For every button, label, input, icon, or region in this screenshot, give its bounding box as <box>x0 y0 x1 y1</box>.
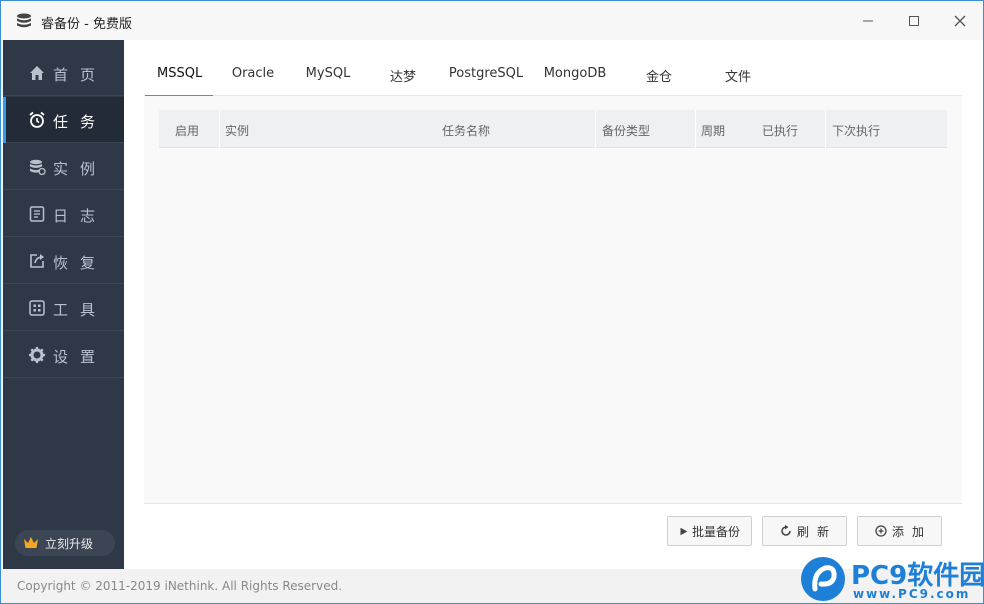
minimize-icon <box>863 20 873 22</box>
copyright-text: Copyright © 2011-2019 iNethink. All Righ… <box>17 579 343 593</box>
database-stack-icon <box>17 13 31 28</box>
sidebar-item-label: 首页 <box>53 66 108 84</box>
column-header-next-run[interactable]: 下次执行 <box>832 122 880 139</box>
divider <box>144 503 962 504</box>
tab-mssql[interactable]: MSSQL <box>145 66 213 97</box>
tab-file[interactable]: 文件 <box>723 66 753 96</box>
tab-postgresql[interactable]: PostgreSQL <box>448 66 524 96</box>
sidebar-item-instances[interactable]: 实例 <box>3 144 124 190</box>
alarm-clock-icon <box>29 111 45 128</box>
upgrade-button[interactable]: 立刻升级 <box>15 530 115 556</box>
column-divider <box>825 110 826 148</box>
database-icon <box>30 159 46 176</box>
tools-icon <box>29 300 45 316</box>
table-header: 启用 实例 任务名称 备份类型 周期 已执行 下次执行 <box>159 110 947 148</box>
column-divider <box>695 110 696 148</box>
active-indicator <box>3 97 6 143</box>
log-icon <box>29 206 45 222</box>
play-icon <box>680 527 688 535</box>
gear-icon <box>29 347 45 363</box>
tab-mongodb[interactable]: MongoDB <box>543 66 607 96</box>
sidebar: 首页 任务 实例 日志 恢复 工具 设置 立刻升级 <box>3 40 124 569</box>
sidebar-item-label: 设置 <box>53 348 108 366</box>
sidebar-item-restore[interactable]: 恢复 <box>3 238 124 284</box>
sidebar-item-label: 日志 <box>53 207 108 225</box>
database-tabs: MSSQL Oracle MySQL 达梦 PostgreSQL MongoDB… <box>144 56 962 97</box>
column-divider <box>595 110 596 148</box>
sidebar-item-home[interactable]: 首页 <box>3 50 124 96</box>
main-content: MSSQL Oracle MySQL 达梦 PostgreSQL MongoDB… <box>124 40 983 569</box>
window-title: 睿备份 - 免费版 <box>41 17 132 32</box>
refresh-label: 刷新 <box>796 524 837 539</box>
tab-mysql[interactable]: MySQL <box>304 66 352 96</box>
column-header-period[interactable]: 周期 <box>701 122 725 139</box>
task-table[interactable]: 启用 实例 任务名称 备份类型 周期 已执行 下次执行 <box>144 96 962 503</box>
title-bar[interactable]: 睿备份 - 免费版 <box>1 1 983 40</box>
refresh-icon <box>781 525 791 536</box>
tab-dameng[interactable]: 达梦 <box>388 66 418 96</box>
home-icon <box>30 66 44 80</box>
batch-backup-button[interactable]: 批量备份 <box>667 516 752 546</box>
column-header-instance[interactable]: 实例 <box>225 122 249 139</box>
sidebar-item-tools[interactable]: 工具 <box>3 285 124 331</box>
pc9-logo-icon <box>801 557 845 601</box>
close-button[interactable] <box>945 9 975 33</box>
sidebar-item-tasks[interactable]: 任务 <box>3 97 124 143</box>
watermark-url: www.PC9.com <box>853 587 971 601</box>
plus-circle-icon <box>875 525 887 537</box>
column-header-enabled[interactable]: 启用 <box>175 122 199 139</box>
close-icon <box>954 15 966 27</box>
column-header-task-name[interactable]: 任务名称 <box>442 122 490 139</box>
add-label: 添加 <box>891 524 932 539</box>
column-header-backup-type[interactable]: 备份类型 <box>602 122 650 139</box>
maximize-button[interactable] <box>899 9 929 33</box>
refresh-button[interactable]: 刷新 <box>762 516 847 546</box>
column-header-executed[interactable]: 已执行 <box>762 122 798 139</box>
maximize-icon <box>909 16 919 26</box>
upgrade-label: 立刻升级 <box>45 537 94 551</box>
sidebar-item-label: 任务 <box>53 113 108 131</box>
restore-icon <box>30 254 44 268</box>
column-divider <box>219 110 220 148</box>
tab-oracle[interactable]: Oracle <box>231 66 275 96</box>
minimize-button[interactable] <box>853 9 883 33</box>
watermark: PC9软件园 www.PC9.com <box>799 555 984 603</box>
sidebar-item-logs[interactable]: 日志 <box>3 191 124 237</box>
sidebar-item-label: 实例 <box>53 160 108 178</box>
add-button[interactable]: 添加 <box>857 516 942 546</box>
app-window: 睿备份 - 免费版 首页 任务 实例 日志 恢复 工具 设置 立刻升级 MSSQ… <box>0 0 984 604</box>
crown-icon <box>24 537 38 548</box>
sidebar-item-label: 恢复 <box>53 254 108 272</box>
batch-backup-label: 批量备份 <box>691 524 740 539</box>
sidebar-item-label: 工具 <box>53 301 108 319</box>
sidebar-item-settings[interactable]: 设置 <box>3 332 124 378</box>
tab-kingbase[interactable]: 金仓 <box>644 66 674 96</box>
